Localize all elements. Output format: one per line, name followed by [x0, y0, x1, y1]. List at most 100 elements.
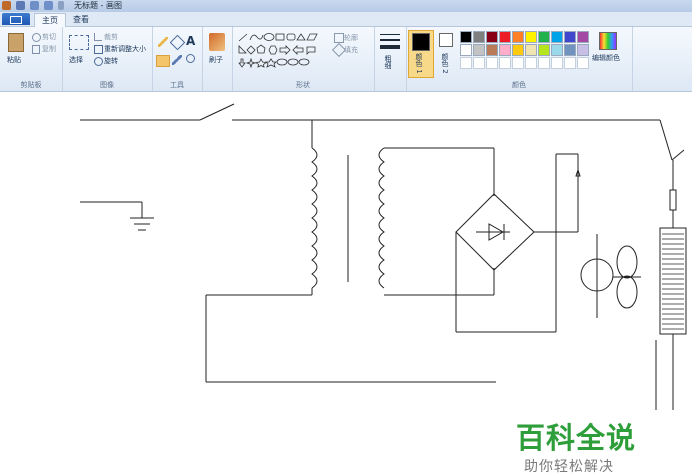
- select-icon[interactable]: [69, 35, 89, 50]
- cut-icon[interactable]: [32, 33, 41, 42]
- drawing-canvas[interactable]: 百科全说 助你轻松解决: [0, 92, 692, 475]
- palette-swatch[interactable]: [473, 44, 485, 56]
- select-button[interactable]: 选择: [69, 55, 83, 65]
- primary-coil: [311, 147, 318, 289]
- palette-swatch[interactable]: [538, 31, 550, 43]
- switch-blade: [199, 103, 235, 121]
- resize-icon[interactable]: [94, 45, 103, 54]
- size-icon-thick: [380, 45, 400, 49]
- paint-app-icon: [2, 1, 11, 10]
- right-top-wire: [659, 119, 673, 161]
- secondary-coil: [378, 147, 385, 289]
- color2-swatch[interactable]: [439, 33, 453, 47]
- palette-swatch[interactable]: [551, 44, 563, 56]
- fan-blade-bottom: [616, 275, 638, 309]
- copy-button[interactable]: 复制: [42, 44, 56, 54]
- magnifier-icon[interactable]: [186, 54, 195, 63]
- colors-group: 颜色 1 颜色 2 编辑颜色 颜色: [406, 27, 633, 91]
- shapes-group: 轮廓 填充 形状: [232, 27, 375, 91]
- heater-rungs: [662, 233, 684, 330]
- palette-swatch-empty[interactable]: [551, 57, 563, 69]
- image-group-label: 图像: [100, 81, 114, 89]
- palette-swatch[interactable]: [486, 44, 498, 56]
- shapes-group-label: 形状: [296, 81, 310, 89]
- palette-swatch-empty[interactable]: [499, 57, 511, 69]
- size-icon[interactable]: [380, 34, 400, 35]
- text-icon[interactable]: A: [186, 34, 195, 48]
- customize-quick-icon[interactable]: [58, 1, 64, 10]
- colors-group-label: 颜色: [512, 81, 526, 89]
- palette-swatch-empty[interactable]: [473, 57, 485, 69]
- cut-button[interactable]: 剪切: [42, 32, 56, 42]
- fan-blade-top: [616, 245, 638, 279]
- fill-icon[interactable]: [169, 34, 186, 51]
- palette-swatch[interactable]: [577, 44, 589, 56]
- edit-colors-icon[interactable]: [599, 32, 617, 50]
- ribbon-tab-row: 主页 查看: [0, 12, 692, 27]
- ribbon: 粘贴 剪切 复制 剪贴板 选择 裁剪 重新调整大小 旋转 图像 A 工具 刷子: [0, 27, 692, 92]
- pencil-icon[interactable]: [158, 37, 168, 47]
- fill-button[interactable]: 填充: [344, 45, 358, 55]
- eraser-icon[interactable]: [156, 55, 170, 67]
- rotate-icon[interactable]: [94, 57, 103, 66]
- palette-swatch-empty[interactable]: [486, 57, 498, 69]
- redo-quick-icon[interactable]: [44, 1, 53, 10]
- paste-icon[interactable]: [8, 33, 24, 52]
- color-picker-icon[interactable]: [172, 55, 182, 65]
- palette-swatch[interactable]: [473, 31, 485, 43]
- color1-label: 颜色 1: [415, 53, 423, 74]
- palette-swatch[interactable]: [551, 31, 563, 43]
- tab-view[interactable]: 查看: [68, 13, 94, 26]
- palette-swatch-empty[interactable]: [577, 57, 589, 69]
- palette-swatch[interactable]: [538, 44, 550, 56]
- palette-swatch-empty[interactable]: [564, 57, 576, 69]
- file-menu-icon: [10, 16, 22, 24]
- undo-quick-icon[interactable]: [30, 1, 39, 10]
- save-quick-icon[interactable]: [16, 1, 25, 10]
- tools-group-label: 工具: [170, 81, 184, 89]
- watermark: 百科全说 助你轻松解决: [516, 422, 656, 476]
- watermark-subtitle: 助你轻松解决: [524, 459, 614, 475]
- palette-swatch[interactable]: [525, 44, 537, 56]
- palette-swatch[interactable]: [512, 31, 524, 43]
- outline-button[interactable]: 轮廓: [344, 33, 358, 43]
- brush-icon[interactable]: [209, 33, 225, 51]
- palette-swatch[interactable]: [460, 44, 472, 56]
- watermark-title: 百科全说: [516, 421, 637, 455]
- palette-swatch[interactable]: [499, 31, 511, 43]
- clipboard-group: 粘贴 剪切 复制 剪贴板: [0, 27, 63, 91]
- right-switch-blade: [671, 149, 685, 161]
- palette-swatch-empty[interactable]: [512, 57, 524, 69]
- color1-swatch: [412, 33, 430, 51]
- fuse: [669, 189, 677, 211]
- tab-home[interactable]: 主页: [34, 13, 66, 27]
- palette-swatch-empty[interactable]: [525, 57, 537, 69]
- size-button[interactable]: 粗细: [383, 55, 393, 69]
- copy-icon[interactable]: [32, 45, 40, 54]
- palette-swatch[interactable]: [460, 31, 472, 43]
- brushes-button[interactable]: 刷子: [209, 55, 223, 65]
- shapes-gallery[interactable]: [237, 32, 325, 68]
- palette-swatch[interactable]: [525, 31, 537, 43]
- palette-swatch-empty[interactable]: [460, 57, 472, 69]
- palette-swatch[interactable]: [499, 44, 511, 56]
- palette-swatch[interactable]: [577, 31, 589, 43]
- resize-button[interactable]: 重新调整大小: [104, 44, 146, 54]
- clipboard-group-label: 剪贴板: [20, 81, 42, 89]
- palette-swatch[interactable]: [512, 44, 524, 56]
- image-group: 选择 裁剪 重新调整大小 旋转 图像: [62, 27, 153, 91]
- paste-button[interactable]: 粘贴: [7, 55, 21, 65]
- file-menu-button[interactable]: [2, 13, 30, 25]
- title-bar: 无标题 - 画图: [0, 0, 692, 12]
- palette-swatch[interactable]: [564, 44, 576, 56]
- crop-icon[interactable]: [94, 33, 102, 41]
- size-icon-mid: [380, 39, 400, 41]
- color2-label[interactable]: 颜色 2: [440, 53, 450, 74]
- palette-swatch[interactable]: [486, 31, 498, 43]
- crop-button[interactable]: 裁剪: [104, 32, 118, 42]
- palette-swatch[interactable]: [564, 31, 576, 43]
- edit-colors-button[interactable]: 编辑颜色: [592, 53, 620, 63]
- palette-swatch-empty[interactable]: [538, 57, 550, 69]
- outline-icon[interactable]: [334, 33, 344, 43]
- rotate-button[interactable]: 旋转: [104, 56, 118, 66]
